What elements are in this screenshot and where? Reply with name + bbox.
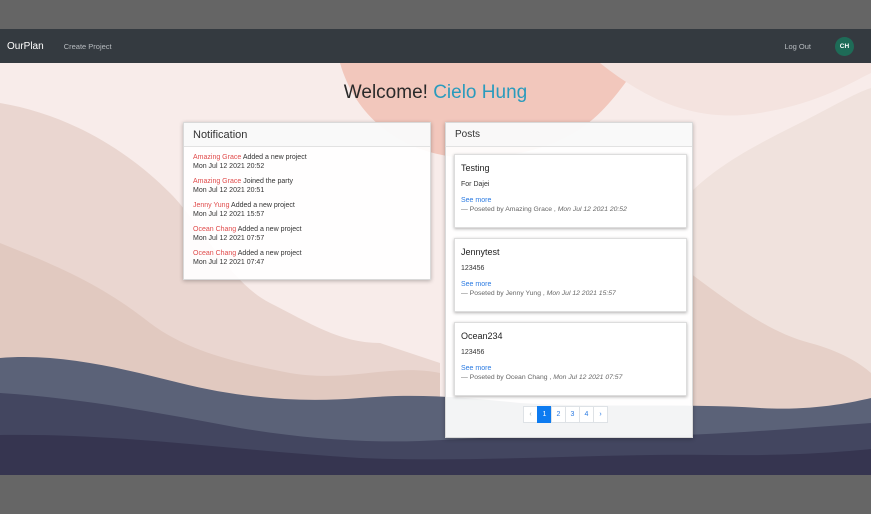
post-date: Mon Jul 12 2021 20:52: [557, 206, 627, 213]
welcome-prefix: Welcome!: [343, 82, 428, 103]
see-more-link[interactable]: See more: [461, 365, 686, 372]
notification-time: Mon Jul 12 2021 20:52: [193, 163, 265, 170]
notification-time: Mon Jul 12 2021 07:57: [193, 235, 265, 242]
post-card: Ocean234 123456 See more — Poseted by Oc…: [454, 322, 687, 396]
avatar[interactable]: CH: [835, 37, 854, 56]
notification-item: Jenny Yung Added a new project Mon Jul 1…: [193, 201, 430, 219]
create-project-link[interactable]: Create Project: [64, 42, 112, 51]
post-date: Mon Jul 12 2021 07:57: [553, 374, 623, 381]
post-footer: — Poseted by Jenny Yung , Mon Jul 12 202…: [461, 290, 686, 297]
pagination-prev-button[interactable]: ‹: [523, 406, 538, 423]
page-button-4[interactable]: 4: [579, 406, 594, 423]
welcome-heading: Welcome! Cielo Hung: [0, 82, 871, 104]
top-backdrop: [0, 0, 871, 29]
notification-action: Added a new project: [237, 250, 302, 257]
page-button-2[interactable]: 2: [551, 406, 566, 423]
post-card: Testing For Dajei See more — Poseted by …: [454, 154, 687, 228]
notification-user[interactable]: Amazing Grace: [193, 154, 241, 161]
post-author: — Poseted by Jenny Yung ,: [461, 290, 545, 297]
notification-user[interactable]: Ocean Chang: [193, 250, 236, 257]
welcome-user-name: Cielo Hung: [433, 82, 528, 103]
notification-action: Added a new project: [231, 202, 295, 209]
post-body: For Dajei: [461, 181, 490, 188]
posts-card: Posts Testing For Dajei See more — Poset…: [445, 122, 693, 438]
post-footer: — Poseted by Amazing Grace , Mon Jul 12 …: [461, 206, 686, 213]
posts-header: Posts: [446, 123, 692, 147]
notification-header: Notification: [184, 123, 430, 147]
post-title: Jennytest: [461, 247, 500, 257]
notification-item: Ocean Chang Added a new project Mon Jul …: [193, 249, 430, 267]
notification-action: Added a new project: [237, 226, 302, 233]
page-button-3[interactable]: 3: [565, 406, 580, 423]
notification-item: Amazing Grace Joined the party Mon Jul 1…: [193, 177, 430, 195]
post-card: Jennytest 123456 See more — Poseted by J…: [454, 238, 687, 312]
notification-user[interactable]: Amazing Grace: [193, 178, 241, 185]
post-footer: — Poseted by Ocean Chang , Mon Jul 12 20…: [461, 374, 686, 381]
see-more-link[interactable]: See more: [461, 197, 686, 204]
notification-user[interactable]: Jenny Yung: [193, 202, 229, 209]
post-title: Testing: [461, 163, 490, 173]
post-author: — Poseted by Ocean Chang ,: [461, 374, 552, 381]
page-button-1[interactable]: 1: [537, 406, 552, 423]
notification-item: Amazing Grace Added a new project Mon Ju…: [193, 153, 430, 171]
notification-user[interactable]: Ocean Chang: [193, 226, 236, 233]
post-date: Mon Jul 12 2021 15:57: [546, 290, 616, 297]
post-title: Ocean234: [461, 331, 503, 341]
see-more-link[interactable]: See more: [461, 281, 686, 288]
post-author: — Poseted by Amazing Grace ,: [461, 206, 556, 213]
pagination: ‹ 1 2 3 4 ›: [523, 406, 608, 423]
notification-time: Mon Jul 12 2021 15:57: [193, 211, 265, 218]
notification-time: Mon Jul 12 2021 07:47: [193, 259, 265, 266]
logout-link[interactable]: Log Out: [784, 42, 811, 51]
notification-card: Notification Amazing Grace Added a new p…: [183, 122, 431, 280]
notification-list: Amazing Grace Added a new project Mon Ju…: [184, 147, 430, 267]
post-body: 123456: [461, 265, 485, 272]
landscape-background: [0, 63, 871, 475]
notification-action: Joined the party: [243, 178, 294, 185]
notification-item: Ocean Chang Added a new project Mon Jul …: [193, 225, 430, 243]
brand-logo[interactable]: OurPlan: [7, 41, 44, 52]
post-body: 123456: [461, 349, 485, 356]
pagination-next-button[interactable]: ›: [593, 406, 608, 423]
notification-time: Mon Jul 12 2021 20:51: [193, 187, 265, 194]
navbar: OurPlan Create Project Log Out CH: [0, 29, 871, 63]
bottom-backdrop: [0, 475, 871, 514]
notification-action: Added a new project: [242, 154, 307, 161]
